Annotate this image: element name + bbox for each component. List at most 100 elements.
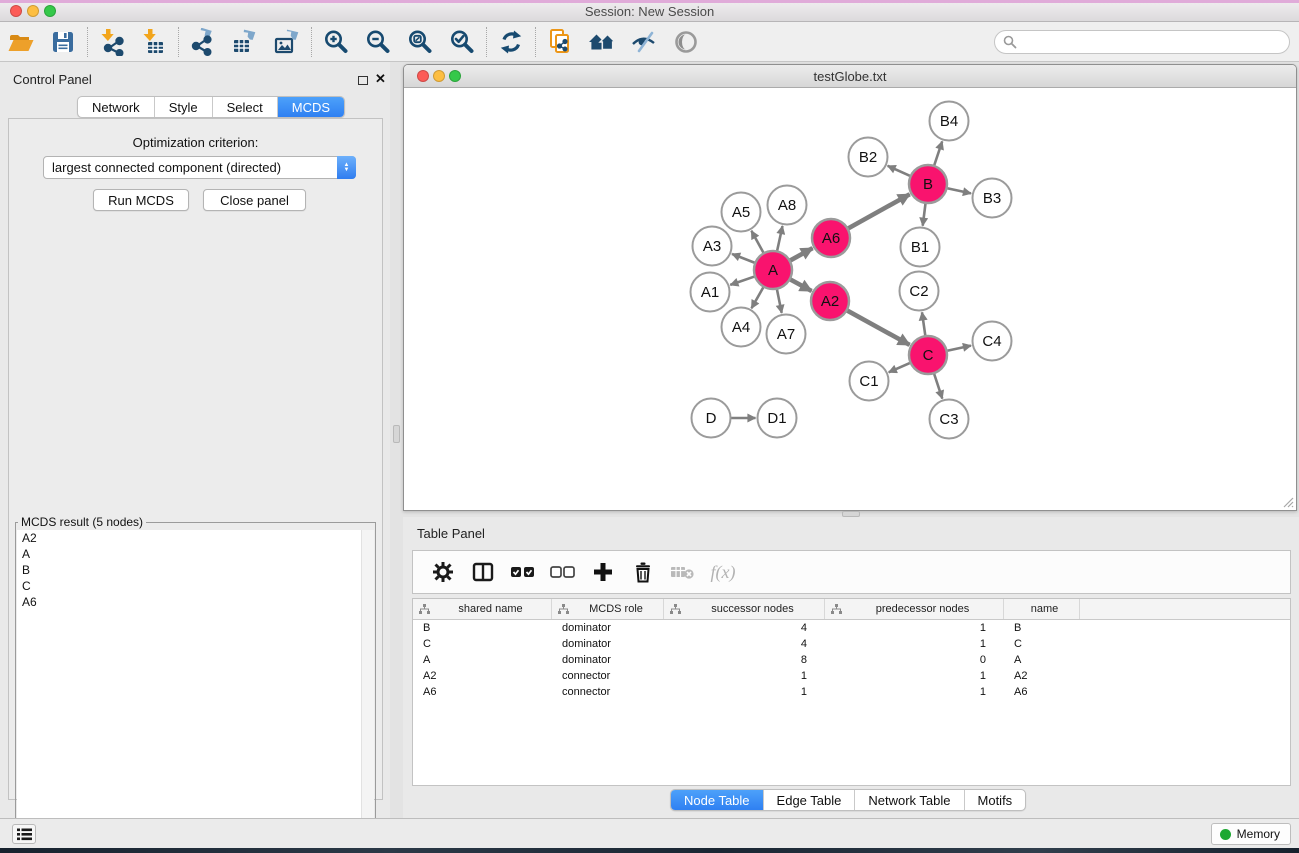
function-builder-button[interactable]: f(x)	[703, 555, 743, 589]
table-tab-node-table[interactable]: Node Table	[671, 790, 764, 810]
result-item[interactable]: C	[17, 578, 374, 594]
network-canvas[interactable]: B4B2BB3A5A8A6B1A3AA1C2A2A4A7C4CC1C3DD1	[404, 88, 1296, 510]
graph-edge-B-B2[interactable]	[888, 166, 911, 176]
cell[interactable]: C	[413, 638, 552, 650]
table-row[interactable]: Adominator80A	[413, 652, 1290, 668]
column-header-shared-name[interactable]: shared name	[413, 599, 552, 619]
result-item[interactable]: A6	[17, 594, 374, 610]
column-header-name[interactable]: name	[1004, 599, 1080, 619]
table-settings-button[interactable]	[423, 555, 463, 589]
graph-node-A[interactable]: A	[754, 251, 792, 289]
graph-node-C4[interactable]: C4	[973, 322, 1012, 361]
zoom-out-button[interactable]	[357, 26, 399, 58]
cell[interactable]: 1	[664, 686, 825, 698]
graph-node-C2[interactable]: C2	[900, 272, 939, 311]
cell[interactable]: dominator	[552, 622, 664, 634]
memory-button[interactable]: Memory	[1211, 823, 1291, 845]
graph-edge-A-A6[interactable]	[790, 248, 813, 261]
refresh-layout-button[interactable]	[490, 26, 532, 58]
cell[interactable]: 4	[664, 622, 825, 634]
cell[interactable]: 1	[825, 638, 1004, 650]
graph-edge-B-B1[interactable]	[923, 203, 926, 226]
graph-edge-A-A2[interactable]	[790, 279, 812, 291]
graph-edge-B-B4[interactable]	[934, 141, 942, 166]
table-row[interactable]: A2connector11A2	[413, 668, 1290, 684]
table-tab-motifs[interactable]: Motifs	[965, 790, 1026, 810]
graph-edge-C-C1[interactable]	[889, 363, 911, 373]
graph-node-A3[interactable]: A3	[693, 227, 732, 266]
cell[interactable]: 1	[825, 622, 1004, 634]
table-row[interactable]: Cdominator41C	[413, 636, 1290, 652]
graph-node-A1[interactable]: A1	[691, 273, 730, 312]
graph-edge-C-C4[interactable]	[947, 346, 971, 351]
graph-node-B4[interactable]: B4	[930, 102, 969, 141]
cell[interactable]: 1	[664, 670, 825, 682]
mcds-result-list[interactable]: A2ABCA6	[17, 530, 374, 853]
import-network-button[interactable]	[91, 26, 133, 58]
cell[interactable]: 1	[825, 686, 1004, 698]
cell[interactable]: A6	[1004, 686, 1080, 698]
cell[interactable]: C	[1004, 638, 1080, 650]
graph-node-B1[interactable]: B1	[901, 228, 940, 267]
graph-node-C[interactable]: C	[909, 336, 947, 374]
cell[interactable]: connector	[552, 670, 664, 682]
cell[interactable]: A	[413, 654, 552, 666]
graph-node-A4[interactable]: A4	[722, 308, 761, 347]
graph-node-D1[interactable]: D1	[758, 399, 797, 438]
graph-edge-A-A5[interactable]	[751, 231, 763, 254]
graph-edge-A-A7[interactable]	[777, 289, 782, 313]
export-table-button[interactable]	[224, 26, 266, 58]
cell[interactable]: A	[1004, 654, 1080, 666]
deselect-all-button[interactable]	[543, 555, 583, 589]
close-panel-icon[interactable]: ✕	[375, 71, 386, 87]
run-mcds-button[interactable]: Run MCDS	[93, 189, 189, 211]
select-all-button[interactable]	[503, 555, 543, 589]
column-header-predecessor-nodes[interactable]: predecessor nodes	[825, 599, 1004, 619]
graph-edge-A-A8[interactable]	[777, 226, 783, 251]
cell[interactable]: dominator	[552, 638, 664, 650]
cell[interactable]: A6	[413, 686, 552, 698]
add-row-button[interactable]	[583, 555, 623, 589]
graph-edge-C-C2[interactable]	[922, 312, 925, 336]
tab-select[interactable]: Select	[213, 97, 278, 117]
table-tab-edge-table[interactable]: Edge Table	[764, 790, 856, 810]
cell[interactable]: 1	[825, 670, 1004, 682]
graph-node-A8[interactable]: A8	[768, 186, 807, 225]
graph-node-D[interactable]: D	[692, 399, 731, 438]
network-window-titlebar[interactable]: testGlobe.txt	[404, 65, 1296, 88]
resize-grip[interactable]	[1280, 494, 1294, 508]
cell[interactable]: 8	[664, 654, 825, 666]
task-history-button[interactable]	[12, 824, 36, 844]
export-network-button[interactable]	[182, 26, 224, 58]
graph-node-A6[interactable]: A6	[812, 219, 850, 257]
result-item[interactable]: A2	[17, 530, 374, 546]
table-tab-network-table[interactable]: Network Table	[855, 790, 964, 810]
tab-network[interactable]: Network	[78, 97, 155, 117]
graph-edge-A-A1[interactable]	[730, 276, 755, 285]
graph-node-B[interactable]: B	[909, 165, 947, 203]
show-columns-button[interactable]	[463, 555, 503, 589]
cell[interactable]: 0	[825, 654, 1004, 666]
graph-edge-A-A4[interactable]	[752, 287, 764, 309]
vertical-split-handle[interactable]	[393, 425, 400, 443]
column-header-successor-nodes[interactable]: successor nodes	[664, 599, 825, 619]
cell[interactable]: dominator	[552, 654, 664, 666]
tab-mcds[interactable]: MCDS	[278, 97, 344, 117]
cell[interactable]: B	[1004, 622, 1080, 634]
optimization-criterion-dropdown[interactable]: largest connected component (directed) ▲…	[43, 156, 356, 179]
graph-edge-C-C3[interactable]	[934, 373, 942, 399]
search-input[interactable]	[994, 30, 1290, 54]
cell[interactable]: A2	[413, 670, 552, 682]
cell[interactable]: connector	[552, 686, 664, 698]
table-row[interactable]: A6connector11A6	[413, 684, 1290, 700]
graph-edge-B-B3[interactable]	[947, 188, 971, 193]
tab-style[interactable]: Style	[155, 97, 213, 117]
node-table[interactable]: shared nameMCDS rolesuccessor nodesprede…	[412, 598, 1291, 786]
home-button[interactable]	[581, 26, 623, 58]
close-panel-button[interactable]: Close panel	[203, 189, 306, 211]
zoom-in-button[interactable]	[315, 26, 357, 58]
float-panel-icon[interactable]	[358, 76, 368, 85]
graph-node-A2[interactable]: A2	[811, 282, 849, 320]
save-session-button[interactable]	[42, 26, 84, 58]
graph-node-C1[interactable]: C1	[850, 362, 889, 401]
